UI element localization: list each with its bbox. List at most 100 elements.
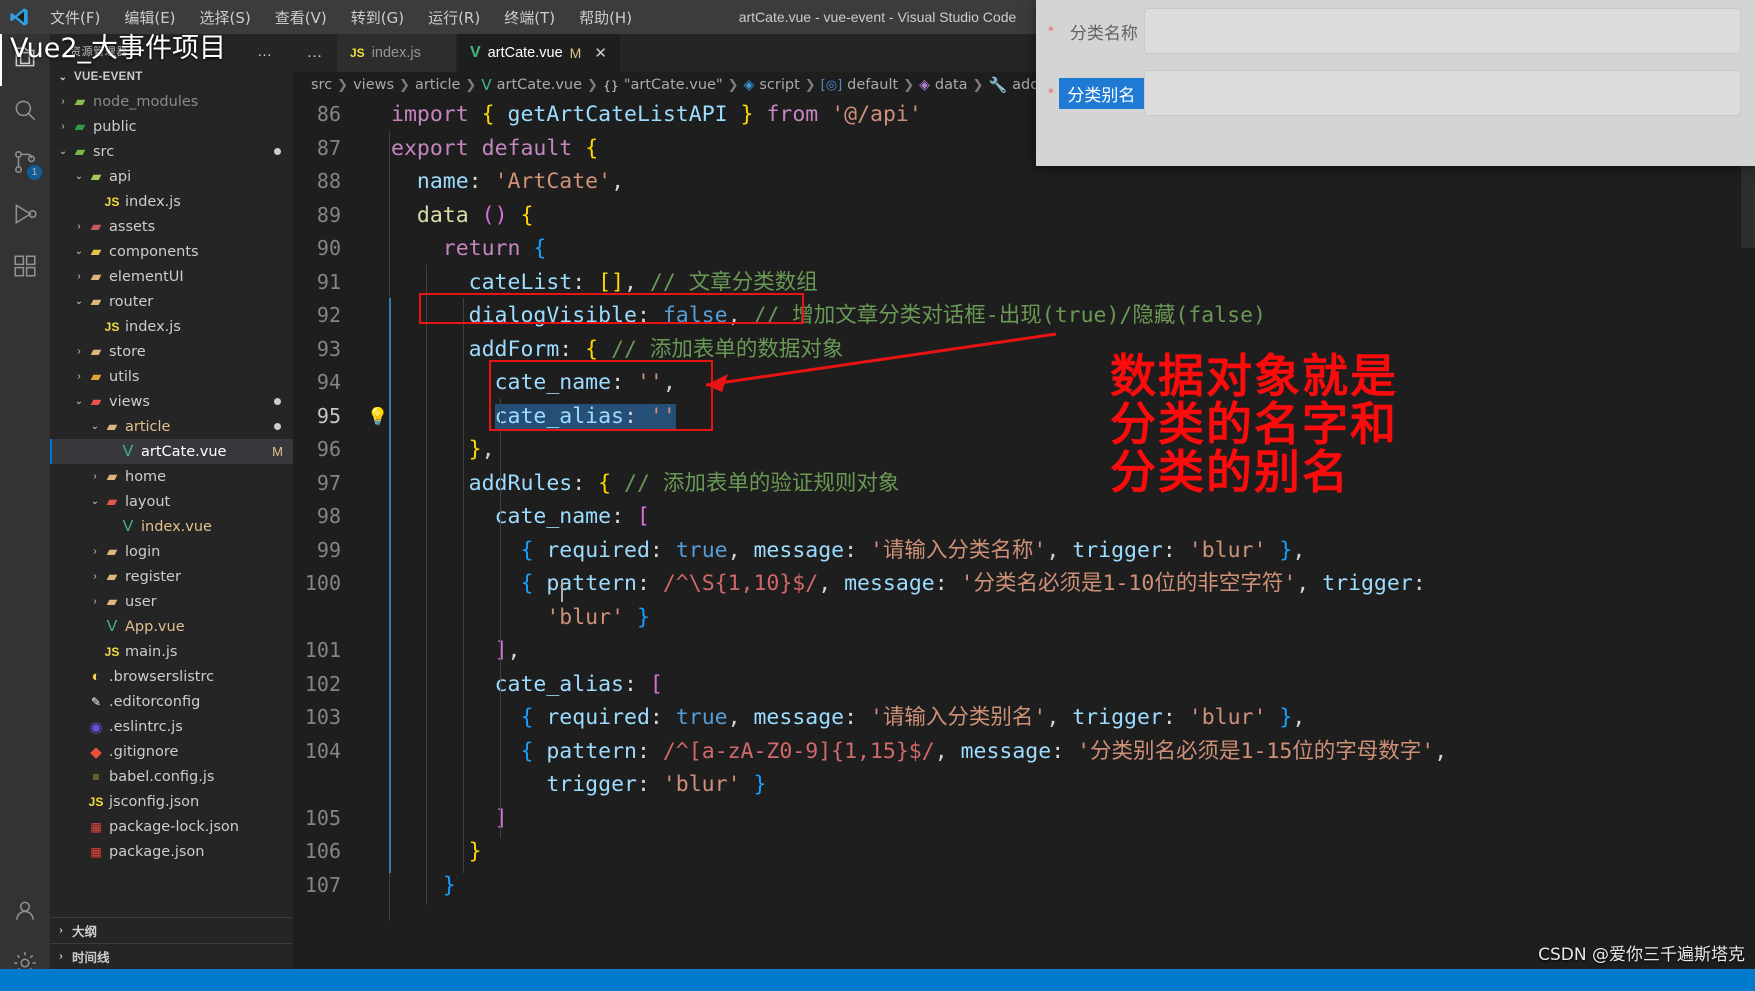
tree-item-home[interactable]: › ▰ home — [50, 464, 293, 489]
activity-source-control[interactable]: 1 — [0, 138, 50, 190]
breadcrumb-item-script[interactable]: script — [759, 77, 799, 93]
tree-item-article[interactable]: ⌄ ▰ article — [50, 414, 293, 439]
explorer-root-folder[interactable]: ⌄ VUE-EVENT — [50, 65, 293, 89]
menu-terminal[interactable]: 终端(T) — [492, 4, 567, 31]
status-bar[interactable] — [0, 969, 1755, 991]
menu-goto[interactable]: 转到(G) — [339, 4, 416, 31]
breadcrumb-item-file[interactable]: artCate.vue — [497, 77, 582, 93]
code-line-93[interactable]: 93 addForm: { // 添加表单的数据对象 — [293, 333, 1755, 367]
chevron-right-icon[interactable]: › — [56, 121, 70, 132]
tree-item-node-modules[interactable]: › ▰ node_modules — [50, 89, 293, 114]
code-line-101[interactable]: 101 ], — [293, 634, 1755, 668]
tree-item-src[interactable]: ⌄ ▰ src — [50, 139, 293, 164]
tab-artcate-vue[interactable]: V artCate.vue M ✕ — [457, 34, 621, 72]
code-line-103[interactable]: 103 { required: true, message: '请输入分类别名'… — [293, 701, 1755, 735]
activity-extensions[interactable] — [0, 242, 50, 294]
breadcrumb-item-article[interactable]: article — [415, 77, 460, 93]
tree-item-components[interactable]: ⌄ ▰ components — [50, 239, 293, 264]
code-line-104[interactable]: 104 { pattern: /^[a-zA-Z0-9]{1,15}$/, me… — [293, 735, 1755, 769]
tree-item-layout[interactable]: ⌄ ▰ layout — [50, 489, 293, 514]
code-line-96[interactable]: 96 }, — [293, 433, 1755, 467]
code-line-98[interactable]: 98 cate_name: [ — [293, 500, 1755, 534]
chevron-right-icon[interactable]: › — [88, 471, 102, 482]
tree-item-artcate-vue[interactable]: VartCate.vue M — [50, 439, 293, 464]
code-line-89[interactable]: 89 data () { — [293, 199, 1755, 233]
activity-search[interactable] — [0, 86, 50, 138]
chevron-right-icon[interactable]: › — [72, 271, 86, 282]
tree-item-index-js[interactable]: JS index.js — [50, 314, 293, 339]
menu-run[interactable]: 运行(R) — [416, 4, 492, 31]
code-editor[interactable]: 86 import { getArtCateListAPI } from '@/… — [293, 98, 1755, 969]
outline-section-header[interactable]: › 大纲 — [50, 917, 293, 943]
tree-item-babel-config-js[interactable]: ≡ babel.config.js — [50, 764, 293, 789]
tree-item-router[interactable]: ⌄ ▰ router — [50, 289, 293, 314]
tree-item-package-lock-json[interactable]: ▦ package-lock.json — [50, 814, 293, 839]
code-line-100[interactable]: 100 { pattern: /^\S{1,10}$/, message: '分… — [293, 567, 1755, 601]
timeline-section-header[interactable]: › 时间线 — [50, 943, 293, 969]
chevron-right-icon[interactable]: › — [88, 546, 102, 557]
tree-item-user[interactable]: › ▰ user — [50, 589, 293, 614]
tree-item--editorconfig[interactable]: ✎ .editorconfig — [50, 689, 293, 714]
chevron-right-icon[interactable]: › — [56, 96, 70, 107]
tree-item-utils[interactable]: › ▰ utils — [50, 364, 293, 389]
code-line-99[interactable]: 99 { required: true, message: '请输入分类名称',… — [293, 534, 1755, 568]
code-line-95[interactable]: 95 💡 cate_alias: '' — [293, 400, 1755, 434]
file-tree[interactable]: › ▰ node_modules › ▰ public ⌄ ▰ src ⌄ ▰ api JS index.… — [50, 89, 293, 864]
chevron-down-icon[interactable]: ⌄ — [72, 296, 86, 307]
chevron-down-icon[interactable]: ⌄ — [88, 496, 102, 507]
chevron-down-icon[interactable]: ⌄ — [56, 146, 70, 157]
code-line-88[interactable]: 88 name: 'ArtCate', — [293, 165, 1755, 199]
category-name-input[interactable] — [1143, 8, 1741, 54]
tree-item-elementui[interactable]: › ▰ elementUI — [50, 264, 293, 289]
tree-item-assets[interactable]: › ▰ assets — [50, 214, 293, 239]
category-alias-input[interactable] — [1143, 70, 1741, 116]
code-line-92[interactable]: 92 dialogVisible: false, // 增加文章分类对话框-出现… — [293, 299, 1755, 333]
tree-item--eslintrc-js[interactable]: ◉ .eslintrc.js — [50, 714, 293, 739]
tree-item-index-js[interactable]: JS index.js — [50, 189, 293, 214]
tree-item-app-vue[interactable]: V App.vue — [50, 614, 293, 639]
tree-item--browserslistrc[interactable]: ◐ .browserslistrc — [50, 664, 293, 689]
activity-account[interactable] — [0, 887, 50, 939]
tree-item-jsconfig-json[interactable]: JS jsconfig.json — [50, 789, 293, 814]
breadcrumb-item-views[interactable]: views — [353, 77, 394, 93]
editor-actions-more-icon[interactable]: … — [293, 34, 337, 72]
tree-item-index-vue[interactable]: Vindex.vue — [50, 514, 293, 539]
code-line-90[interactable]: 90 return { — [293, 232, 1755, 266]
code-line-106[interactable]: 106 } — [293, 835, 1755, 869]
tab-index-js[interactable]: JS index.js — [337, 34, 457, 72]
code-line-94[interactable]: 94 cate_name: '', — [293, 366, 1755, 400]
chevron-right-icon[interactable]: › — [72, 346, 86, 357]
code-line-105[interactable]: 105 ] — [293, 802, 1755, 836]
tree-item--gitignore[interactable]: ◆ .gitignore — [50, 739, 293, 764]
explorer-more-actions-icon[interactable]: … — [257, 43, 273, 60]
breadcrumb-item-module[interactable]: "artCate.vue" — [624, 77, 723, 93]
breadcrumb-item-src[interactable]: src — [311, 77, 332, 93]
close-icon[interactable]: ✕ — [594, 44, 607, 62]
code-line-104-wrap[interactable]: trigger: 'blur' } — [293, 768, 1755, 802]
code-line-91[interactable]: 91 cateList: [], // 文章分类数组 — [293, 266, 1755, 300]
code-line-107[interactable]: 107 } — [293, 869, 1755, 903]
menu-help[interactable]: 帮助(H) — [567, 4, 644, 31]
tree-item-login[interactable]: › ▰ login — [50, 539, 293, 564]
tree-item-package-json[interactable]: ▦ package.json — [50, 839, 293, 864]
chevron-right-icon[interactable]: › — [88, 596, 102, 607]
menu-view[interactable]: 查看(V) — [263, 4, 339, 31]
chevron-right-icon[interactable]: › — [72, 221, 86, 232]
breadcrumb-item-data[interactable]: data — [935, 77, 968, 93]
add-category-dialog[interactable]: * 分类名称 * 分类别名 — [1036, 0, 1755, 166]
tree-item-api[interactable]: ⌄ ▰ api — [50, 164, 293, 189]
activity-run-debug[interactable] — [0, 190, 50, 242]
lightbulb-icon[interactable]: 💡 — [365, 400, 391, 434]
code-line-102[interactable]: 102 cate_alias: [ — [293, 668, 1755, 702]
tree-item-store[interactable]: › ▰ store — [50, 339, 293, 364]
breadcrumb-item-default[interactable]: default — [847, 77, 898, 93]
chevron-right-icon[interactable]: › — [72, 371, 86, 382]
tree-item-main-js[interactable]: JS main.js — [50, 639, 293, 664]
tree-item-public[interactable]: › ▰ public — [50, 114, 293, 139]
chevron-down-icon[interactable]: ⌄ — [72, 171, 86, 182]
tree-item-register[interactable]: › ▰ register — [50, 564, 293, 589]
tree-item-views[interactable]: ⌄ ▰ views — [50, 389, 293, 414]
chevron-down-icon[interactable]: ⌄ — [72, 396, 86, 407]
chevron-right-icon[interactable]: › — [88, 571, 102, 582]
chevron-down-icon[interactable]: ⌄ — [88, 421, 102, 432]
